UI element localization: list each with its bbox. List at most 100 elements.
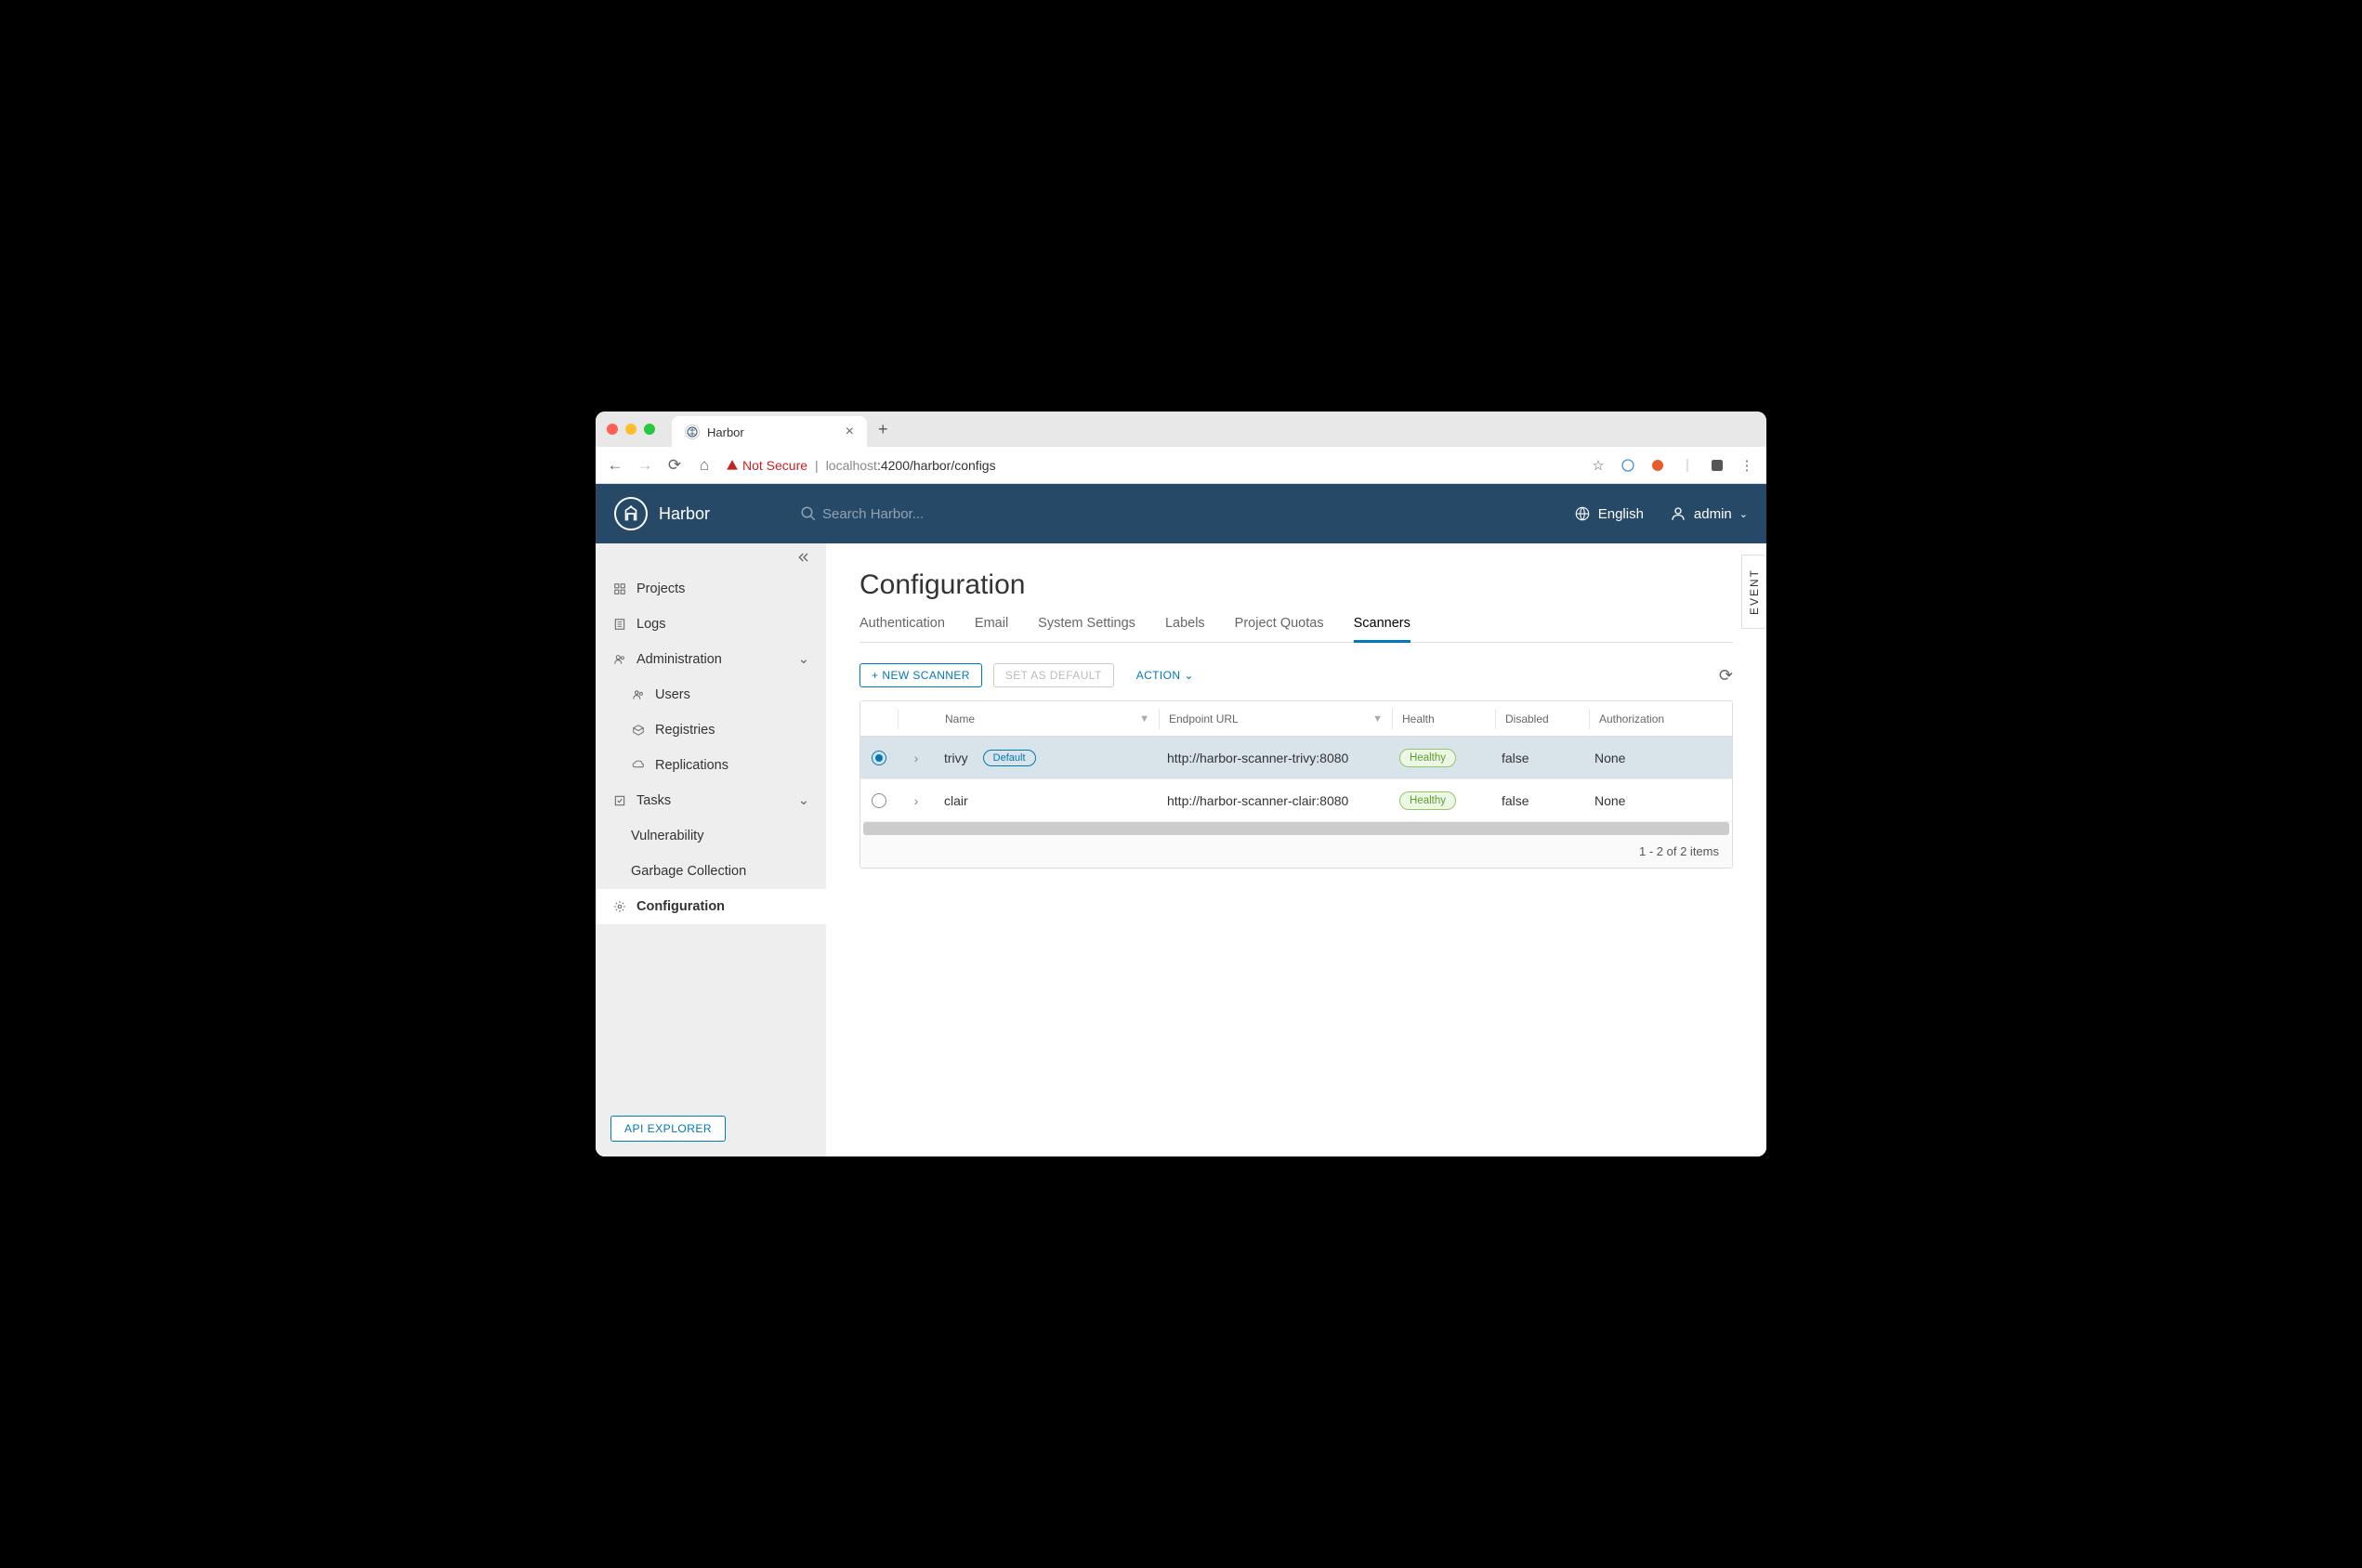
extension-icons: ☆ | ⋮ <box>1590 457 1755 474</box>
new-tab-button[interactable]: + <box>878 420 888 439</box>
chevron-down-icon: ⌄ <box>1739 508 1748 520</box>
column-disabled[interactable]: Disabled <box>1505 712 1549 725</box>
scanners-table: Name ▼ Endpoint URL ▼ Health Disabled Auth… <box>860 700 1733 869</box>
table-row[interactable]: › trivy Default http://harbor-scanner-tri… <box>860 737 1732 779</box>
profile-avatar-icon[interactable] <box>1709 457 1726 474</box>
reload-button[interactable]: ⟳ <box>666 456 683 475</box>
security-warning: Not Secure <box>726 458 807 473</box>
cell-name: trivy <box>944 751 968 765</box>
horizontal-scrollbar[interactable] <box>863 822 1729 835</box>
sidebar-label: Garbage Collection <box>631 864 746 879</box>
new-scanner-button[interactable]: + NEW SCANNER <box>860 663 982 687</box>
language-selector[interactable]: English <box>1574 505 1644 522</box>
home-button[interactable]: ⌂ <box>696 456 713 475</box>
refresh-button[interactable]: ⟳ <box>1719 666 1733 686</box>
tab-project-quotas[interactable]: Project Quotas <box>1235 616 1324 642</box>
sidebar-item-replications[interactable]: Replications <box>596 748 826 783</box>
tab-system-settings[interactable]: System Settings <box>1038 616 1135 642</box>
api-explorer-button[interactable]: API EXPLORER <box>610 1116 726 1142</box>
collapse-sidebar-button[interactable] <box>596 543 826 571</box>
user-icon <box>1670 505 1686 522</box>
tab-email[interactable]: Email <box>975 616 1008 642</box>
cell-disabled: false <box>1502 751 1529 765</box>
sidebar-item-vulnerability[interactable]: Vulnerability <box>596 818 826 854</box>
cell-disabled: false <box>1502 793 1529 808</box>
globe-icon <box>1574 505 1591 522</box>
filter-icon[interactable]: ▼ <box>1372 713 1383 725</box>
browser-tab-bar: Harbor × + <box>596 412 1766 447</box>
sidebar-label: Logs <box>636 617 665 632</box>
column-name[interactable]: Name <box>945 712 975 725</box>
search-input[interactable]: Search Harbor... <box>800 505 924 522</box>
expand-row-icon[interactable]: › <box>914 751 919 765</box>
tasks-icon <box>612 794 627 807</box>
language-label: English <box>1598 506 1644 522</box>
column-health[interactable]: Health <box>1402 712 1435 725</box>
search-placeholder: Search Harbor... <box>822 506 924 522</box>
health-badge: Healthy <box>1399 749 1456 767</box>
sidebar-label: Administration <box>636 652 722 667</box>
column-authorization[interactable]: Authorization <box>1599 712 1664 725</box>
forward-button[interactable]: → <box>636 456 653 475</box>
button-label: ACTION <box>1136 669 1181 682</box>
brand[interactable]: Harbor <box>614 497 800 530</box>
action-dropdown[interactable]: ACTION ⌄ <box>1125 664 1205 686</box>
content-area: Projects Logs Administration ⌄ Users Reg… <box>596 543 1766 1156</box>
star-icon[interactable]: ☆ <box>1590 457 1607 474</box>
tab-labels[interactable]: Labels <box>1165 616 1205 642</box>
event-tab[interactable]: EVENT <box>1741 555 1766 629</box>
maximize-window-button[interactable] <box>644 424 655 435</box>
cell-name: clair <box>944 793 968 808</box>
sidebar-item-projects[interactable]: Projects <box>596 571 826 607</box>
sidebar-item-configuration[interactable]: Configuration <box>596 889 826 924</box>
row-radio[interactable] <box>872 751 886 765</box>
toolbar: +NEW SCANNER SET AS DEFAULT ACTION ⌄ ⟳ <box>860 663 1733 687</box>
browser-tab[interactable]: Harbor × <box>672 416 867 448</box>
close-window-button[interactable] <box>607 424 618 435</box>
gear-icon <box>612 900 627 913</box>
minimize-window-button[interactable] <box>625 424 636 435</box>
column-endpoint[interactable]: Endpoint URL <box>1169 712 1239 725</box>
tab-scanners[interactable]: Scanners <box>1354 616 1411 643</box>
table-row[interactable]: › clair http://harbor-scanner-clair:8080… <box>860 779 1732 822</box>
url-path: :4200/harbor/configs <box>877 458 996 473</box>
extension-icon[interactable] <box>1620 457 1636 474</box>
cell-url: http://harbor-scanner-trivy:8080 <box>1167 751 1348 765</box>
window-controls <box>607 424 655 435</box>
menu-icon[interactable]: ⋮ <box>1739 457 1755 474</box>
extension-icon[interactable] <box>1649 457 1666 474</box>
tab-authentication[interactable]: Authentication <box>860 616 945 642</box>
sidebar-label: Registries <box>655 723 715 738</box>
filter-icon[interactable]: ▼ <box>1139 713 1149 725</box>
sidebar-item-administration[interactable]: Administration ⌄ <box>596 642 826 677</box>
sidebar-label: Replications <box>655 758 728 773</box>
sidebar-item-logs[interactable]: Logs <box>596 607 826 642</box>
cell-auth: None <box>1594 751 1625 765</box>
row-radio[interactable] <box>872 793 886 808</box>
button-label: NEW SCANNER <box>882 669 969 682</box>
table-header: Name ▼ Endpoint URL ▼ Health Disabled Auth… <box>860 701 1732 737</box>
sidebar-label: Configuration <box>636 899 725 914</box>
cell-url: http://harbor-scanner-clair:8080 <box>1167 793 1348 808</box>
app-header: Harbor Search Harbor... English admin ⌄ <box>596 484 1766 543</box>
sidebar-item-registries[interactable]: Registries <box>596 712 826 748</box>
plus-icon: + <box>872 669 878 682</box>
back-button[interactable]: ← <box>607 456 623 475</box>
user-name: admin <box>1694 506 1732 522</box>
default-badge: Default <box>983 750 1036 766</box>
browser-toolbar: ← → ⟳ ⌂ Not Secure | localhost:4200/harb… <box>596 447 1766 484</box>
chevron-down-icon: ⌄ <box>798 652 809 667</box>
address-bar[interactable]: Not Secure | localhost:4200/harbor/confi… <box>726 458 1577 473</box>
logo-icon <box>614 497 648 530</box>
user-menu[interactable]: admin ⌄ <box>1670 505 1748 522</box>
sidebar-item-users[interactable]: Users <box>596 677 826 712</box>
logs-icon <box>612 618 627 631</box>
brand-name: Harbor <box>659 504 710 524</box>
sidebar-item-garbage-collection[interactable]: Garbage Collection <box>596 854 826 889</box>
sidebar-label: Vulnerability <box>631 829 703 843</box>
search-icon <box>800 505 817 522</box>
expand-row-icon[interactable]: › <box>914 793 919 808</box>
close-tab-icon[interactable]: × <box>846 424 854 440</box>
sidebar-item-tasks[interactable]: Tasks ⌄ <box>596 783 826 818</box>
cell-auth: None <box>1594 793 1625 808</box>
